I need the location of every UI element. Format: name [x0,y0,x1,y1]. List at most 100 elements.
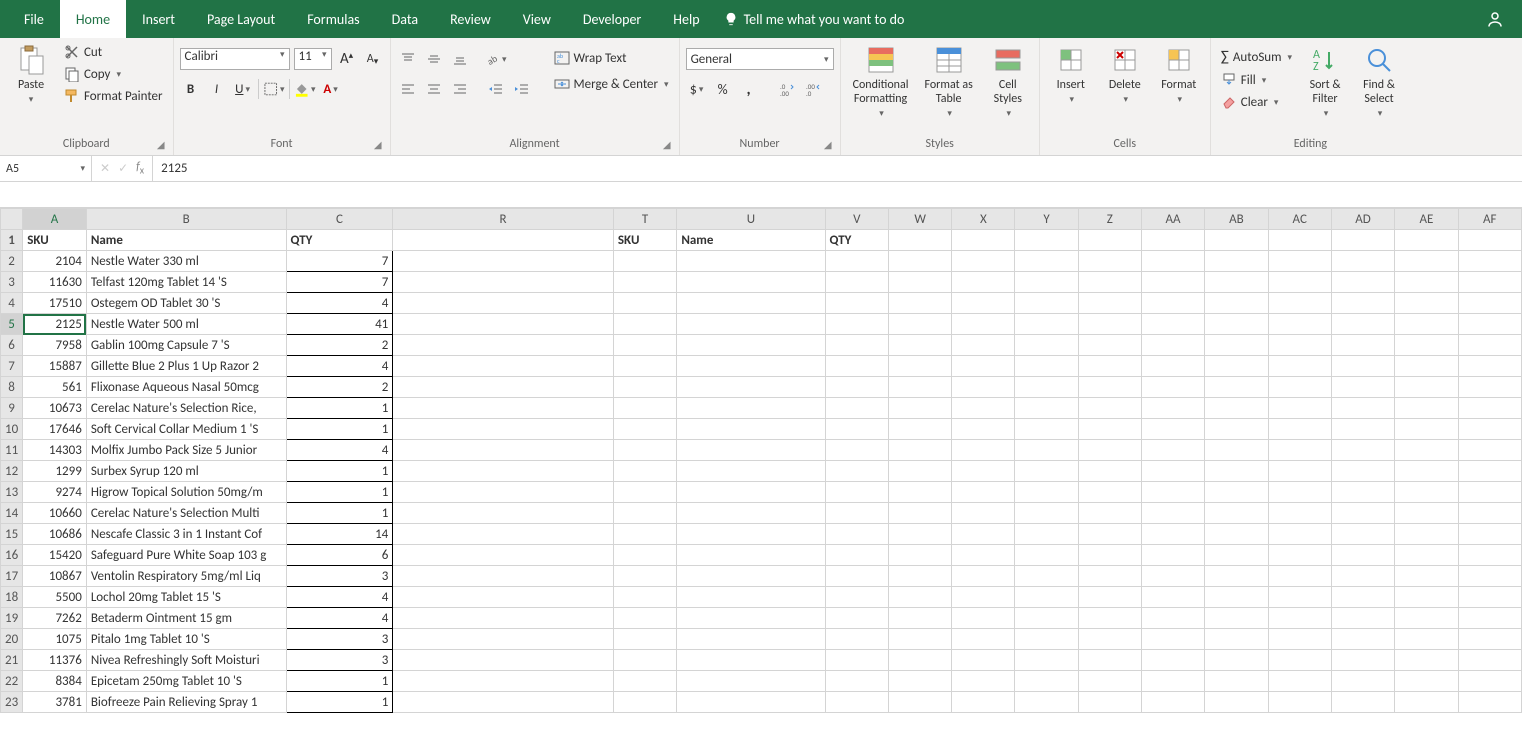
cell-AB2[interactable] [1205,251,1268,272]
cell-X15[interactable] [952,524,1015,545]
cell-AC15[interactable] [1268,524,1331,545]
cell-AD16[interactable] [1331,545,1394,566]
cell-V23[interactable] [825,692,888,713]
cell-Y1[interactable] [1015,230,1078,251]
cell-Y6[interactable] [1015,335,1078,356]
cell-T2[interactable] [613,251,676,272]
autosum-button[interactable]: ∑ AutoSum [1217,46,1296,68]
cell-AA4[interactable] [1141,293,1204,314]
cell-AA18[interactable] [1141,587,1204,608]
cell-R15[interactable] [393,524,614,545]
increase-indent-button[interactable] [511,78,533,100]
cell-AA7[interactable] [1141,356,1204,377]
cell-Z4[interactable] [1078,293,1141,314]
cell-B10[interactable]: Soft Cervical Collar Medium 1 'S [86,419,286,440]
cell-AA9[interactable] [1141,398,1204,419]
cell-V19[interactable] [825,608,888,629]
cell-R5[interactable] [393,314,614,335]
cell-AD21[interactable] [1331,650,1394,671]
cell-B6[interactable]: Gablin 100mg Capsule 7 'S [86,335,286,356]
cell-AE11[interactable] [1395,440,1458,461]
cell-AE22[interactable] [1395,671,1458,692]
cell-AA20[interactable] [1141,629,1204,650]
increase-decimal-button[interactable]: .0.00 [776,78,798,100]
cell-B18[interactable]: Lochol 20mg Tablet 15 'S [86,587,286,608]
tab-view[interactable]: View [507,0,567,38]
cell-B20[interactable]: Pitalo 1mg Tablet 10 'S [86,629,286,650]
cell-AD10[interactable] [1331,419,1394,440]
cell-AA12[interactable] [1141,461,1204,482]
decrease-indent-button[interactable] [485,78,507,100]
cell-C21[interactable]: 3 [286,650,393,671]
cell-Y2[interactable] [1015,251,1078,272]
align-middle-button[interactable] [423,48,445,70]
cell-X22[interactable] [952,671,1015,692]
cell-C14[interactable]: 1 [286,503,393,524]
cut-button[interactable]: Cut [60,42,167,62]
cell-R1[interactable] [393,230,614,251]
cell-AE23[interactable] [1395,692,1458,713]
cell-AE5[interactable] [1395,314,1458,335]
cell-AF12[interactable] [1458,461,1521,482]
cell-AF5[interactable] [1458,314,1521,335]
paste-button[interactable]: Paste ▾ [6,42,56,107]
cell-T15[interactable] [613,524,676,545]
cell-C5[interactable]: 41 [286,314,393,335]
cell-C23[interactable]: 1 [286,692,393,713]
cell-X18[interactable] [952,587,1015,608]
cell-U6[interactable] [677,335,825,356]
cell-A17[interactable]: 10867 [23,566,87,587]
cell-C16[interactable]: 6 [286,545,393,566]
cell-styles-button[interactable]: CellStyles [983,42,1033,121]
cell-U10[interactable] [677,419,825,440]
cell-AB15[interactable] [1205,524,1268,545]
row-header-9[interactable]: 9 [1,398,23,419]
cell-AB12[interactable] [1205,461,1268,482]
cell-X19[interactable] [952,608,1015,629]
row-header-1[interactable]: 1 [1,230,23,251]
cell-AD15[interactable] [1331,524,1394,545]
cell-Z22[interactable] [1078,671,1141,692]
cell-AB17[interactable] [1205,566,1268,587]
underline-button[interactable]: U [232,78,254,100]
cell-U8[interactable] [677,377,825,398]
cell-U17[interactable] [677,566,825,587]
cell-T11[interactable] [613,440,676,461]
cell-C20[interactable]: 3 [286,629,393,650]
cell-AD1[interactable] [1331,230,1394,251]
col-header-A[interactable]: A [23,209,87,230]
row-header-3[interactable]: 3 [1,272,23,293]
cell-X21[interactable] [952,650,1015,671]
cell-B17[interactable]: Ventolin Respiratory 5mg/ml Liq [86,566,286,587]
cell-R3[interactable] [393,272,614,293]
cell-Y11[interactable] [1015,440,1078,461]
cell-W9[interactable] [889,398,952,419]
cell-R6[interactable] [393,335,614,356]
col-header-B[interactable]: B [86,209,286,230]
copy-button[interactable]: Copy [60,64,167,84]
font-color-button[interactable]: A [320,78,342,100]
cell-Y10[interactable] [1015,419,1078,440]
cell-R21[interactable] [393,650,614,671]
cell-Z17[interactable] [1078,566,1141,587]
cell-A19[interactable]: 7262 [23,608,87,629]
cell-AC13[interactable] [1268,482,1331,503]
cell-AE3[interactable] [1395,272,1458,293]
row-header-11[interactable]: 11 [1,440,23,461]
cell-AC10[interactable] [1268,419,1331,440]
col-header-V[interactable]: V [825,209,888,230]
cell-X16[interactable] [952,545,1015,566]
row-header-19[interactable]: 19 [1,608,23,629]
cell-Z12[interactable] [1078,461,1141,482]
cell-AF9[interactable] [1458,398,1521,419]
cell-B7[interactable]: Gillette Blue 2 Plus 1 Up Razor 2 [86,356,286,377]
cell-R19[interactable] [393,608,614,629]
cell-U21[interactable] [677,650,825,671]
cell-W17[interactable] [889,566,952,587]
cell-A1[interactable]: SKU [23,230,87,251]
cell-AC2[interactable] [1268,251,1331,272]
cell-Y13[interactable] [1015,482,1078,503]
cell-AD2[interactable] [1331,251,1394,272]
cell-AE20[interactable] [1395,629,1458,650]
cell-AF22[interactable] [1458,671,1521,692]
